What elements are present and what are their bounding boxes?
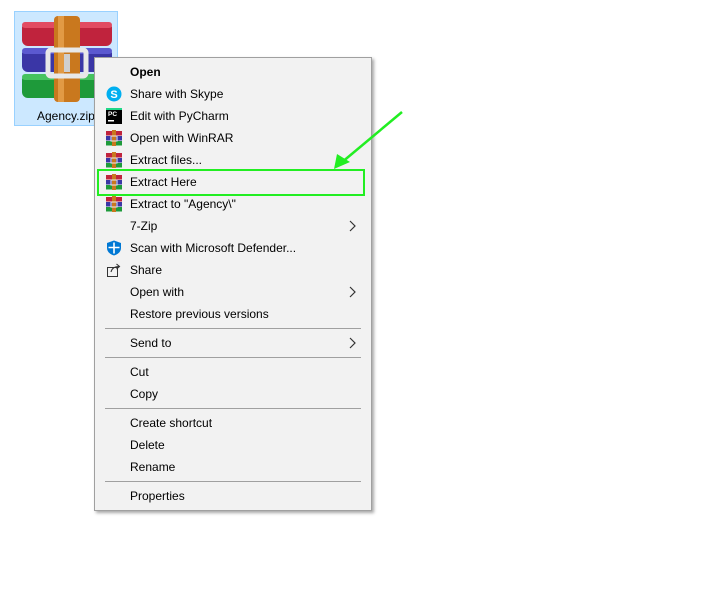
menu-item-label: Send to (130, 336, 172, 350)
menu-item-open-with-winrar[interactable]: Open with WinRAR (97, 127, 369, 149)
menu-item-rename[interactable]: Rename (97, 456, 369, 478)
menu-item-share-with-skype[interactable]: S Share with Skype (97, 83, 369, 105)
menu-item-label: Share (130, 263, 163, 277)
menu-item-send-to[interactable]: Send to (97, 332, 369, 354)
menu-item-label: Cut (130, 365, 149, 379)
skype-icon: S (106, 86, 122, 102)
menu-item-label: Create shortcut (130, 416, 213, 430)
menu-separator (105, 481, 361, 482)
menu-item-label: Open with WinRAR (130, 131, 234, 145)
menu-item-label: Edit with PyCharm (130, 109, 229, 123)
menu-item-label: Open (130, 65, 161, 79)
share-icon (107, 263, 121, 277)
menu-item-delete[interactable]: Delete (97, 434, 369, 456)
chevron-right-icon (349, 337, 356, 349)
menu-item-create-shortcut[interactable]: Create shortcut (97, 412, 369, 434)
menu-separator (105, 357, 361, 358)
menu-item-edit-with-pycharm[interactable]: PC Edit with PyCharm (97, 105, 369, 127)
menu-item-label: Open with (130, 285, 185, 299)
menu-item-label: Scan with Microsoft Defender... (130, 241, 297, 255)
chevron-right-icon (349, 286, 356, 298)
menu-item-label: Share with Skype (130, 87, 224, 101)
winrar-icon (106, 152, 122, 168)
menu-item-label: Extract files... (130, 153, 203, 167)
menu-item-open[interactable]: Open (97, 61, 369, 83)
menu-item-cut[interactable]: Cut (97, 361, 369, 383)
chevron-right-icon (349, 220, 356, 232)
menu-item-label: Restore previous versions (130, 307, 269, 321)
menu-item-extract-files[interactable]: Extract files... (97, 149, 369, 171)
menu-item-share[interactable]: Share (97, 259, 369, 281)
menu-item-scan-with-defender[interactable]: Scan with Microsoft Defender... (97, 237, 369, 259)
menu-item-label: Properties (130, 489, 185, 503)
menu-item-label: Copy (130, 387, 159, 401)
menu-item-label: Rename (130, 460, 176, 474)
menu-separator (105, 408, 361, 409)
menu-item-extract-to-agency[interactable]: Extract to "Agency\" (97, 193, 369, 215)
menu-item-label: Delete (130, 438, 165, 452)
menu-item-label: Extract to "Agency\" (130, 197, 236, 211)
svg-text:S: S (110, 89, 117, 101)
context-menu: Open S Share with Skype PC Edit with PyC… (94, 57, 372, 511)
winrar-icon (106, 196, 122, 212)
defender-shield-icon (107, 240, 121, 256)
menu-separator (105, 328, 361, 329)
menu-item-restore-previous-versions[interactable]: Restore previous versions (97, 303, 369, 325)
menu-item-label: 7-Zip (130, 219, 158, 233)
pycharm-icon: PC (106, 108, 122, 124)
extract-here-highlight-box (97, 169, 365, 196)
menu-item-open-with[interactable]: Open with (97, 281, 369, 303)
menu-item-copy[interactable]: Copy (97, 383, 369, 405)
menu-item-7-zip[interactable]: 7-Zip (97, 215, 369, 237)
winrar-icon (106, 130, 122, 146)
svg-text:PC: PC (108, 111, 117, 118)
menu-item-properties[interactable]: Properties (97, 485, 369, 507)
